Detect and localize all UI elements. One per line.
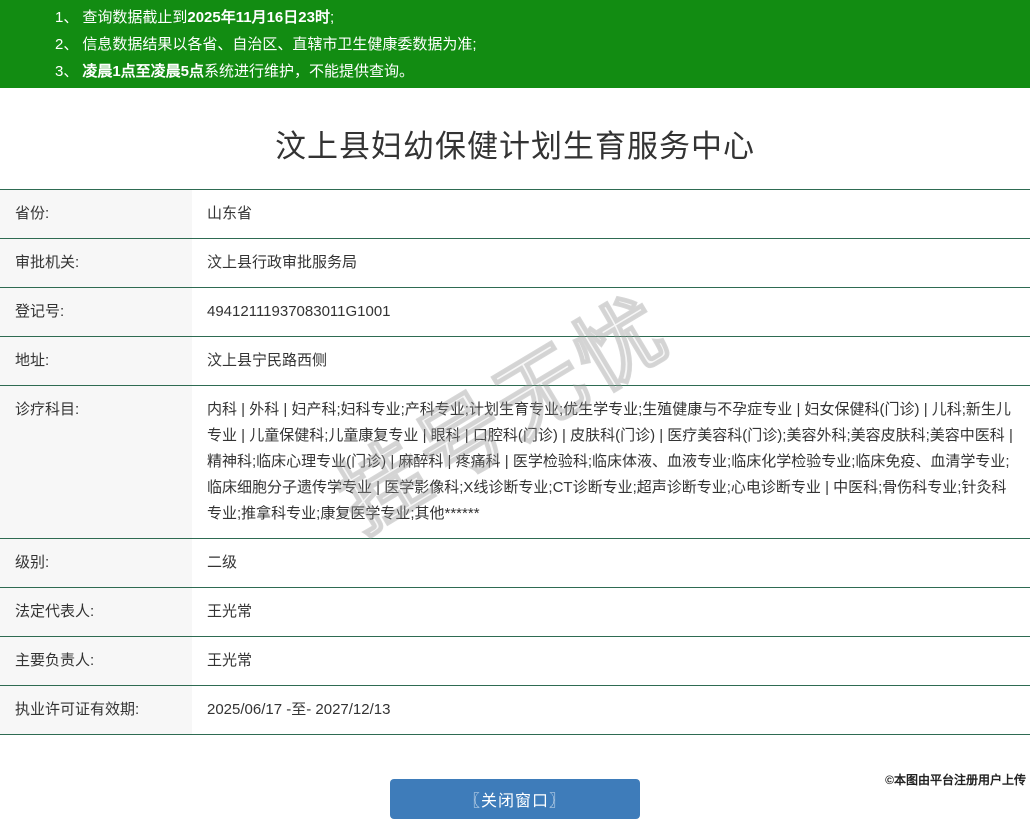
table-row: 地址: 汶上县宁民路西侧 (0, 337, 1030, 386)
row-label: 地址: (0, 337, 192, 386)
page-title: 汶上县妇幼保健计划生育服务中心 (0, 121, 1030, 166)
notice-item: 1、查询数据截止到2025年11月16日23时; (55, 4, 1020, 31)
notice-item-text-after: 系统进行维护，不能提供查询。 (204, 63, 414, 80)
table-row: 省份: 山东省 (0, 190, 1030, 239)
info-table: 省份: 山东省 审批机关: 汶上县行政审批服务局 登记号: 4941211193… (0, 189, 1030, 735)
row-value: 49412111937083011G1001 (192, 288, 1030, 337)
upload-copyright-watermark: ©本图由平台注册用户上传 (885, 771, 1026, 788)
notice-item-bold-text: 凌晨1点至凌晨5点 (82, 63, 204, 80)
notice-item: 3、凌晨1点至凌晨5点系统进行维护，不能提供查询。 (55, 58, 1020, 85)
row-value: 山东省 (192, 190, 1030, 239)
row-label: 省份: (0, 190, 192, 239)
notice-item-text: 查询数据截止到 (82, 9, 187, 26)
close-window-button[interactable]: 〖关闭窗口〗 (390, 779, 640, 819)
notice-banner: 1、查询数据截止到2025年11月16日23时; 2、信息数据结果以各省、自治区… (0, 0, 1030, 88)
row-label: 审批机关: (0, 239, 192, 288)
row-label: 诊疗科目: (0, 386, 192, 539)
notice-item-number: 3、 (55, 63, 78, 80)
row-value: 二级 (192, 539, 1030, 588)
table-row: 主要负责人: 王光常 (0, 637, 1030, 686)
row-label: 级别: (0, 539, 192, 588)
table-row: 执业许可证有效期: 2025/06/17 -至- 2027/12/13 (0, 686, 1030, 735)
row-value: 内科 | 外科 | 妇产科;妇科专业;产科专业;计划生育专业;优生学专业;生殖健… (192, 386, 1030, 539)
row-label: 法定代表人: (0, 588, 192, 637)
row-value: 汶上县行政审批服务局 (192, 239, 1030, 288)
row-value: 汶上县宁民路西侧 (192, 337, 1030, 386)
notice-item-text: 信息数据结果以各省、自治区、直辖市卫生健康委数据为准; (82, 36, 476, 53)
row-label: 执业许可证有效期: (0, 686, 192, 735)
row-value: 王光常 (192, 588, 1030, 637)
notice-item-bold-text: 2025年11月16日23时 (187, 9, 330, 26)
row-value: 王光常 (192, 637, 1030, 686)
notice-item-number: 1、 (55, 9, 78, 26)
notice-item: 2、信息数据结果以各省、自治区、直辖市卫生健康委数据为准; (55, 31, 1020, 58)
row-label: 登记号: (0, 288, 192, 337)
notice-item-text-after: ; (330, 9, 334, 26)
row-value: 2025/06/17 -至- 2027/12/13 (192, 686, 1030, 735)
table-row: 诊疗科目: 内科 | 外科 | 妇产科;妇科专业;产科专业;计划生育专业;优生学… (0, 386, 1030, 539)
table-row: 级别: 二级 (0, 539, 1030, 588)
info-table-body: 省份: 山东省 审批机关: 汶上县行政审批服务局 登记号: 4941211193… (0, 190, 1030, 735)
table-row: 登记号: 49412111937083011G1001 (0, 288, 1030, 337)
row-label: 主要负责人: (0, 637, 192, 686)
notice-item-number: 2、 (55, 36, 78, 53)
table-row: 审批机关: 汶上县行政审批服务局 (0, 239, 1030, 288)
table-row: 法定代表人: 王光常 (0, 588, 1030, 637)
